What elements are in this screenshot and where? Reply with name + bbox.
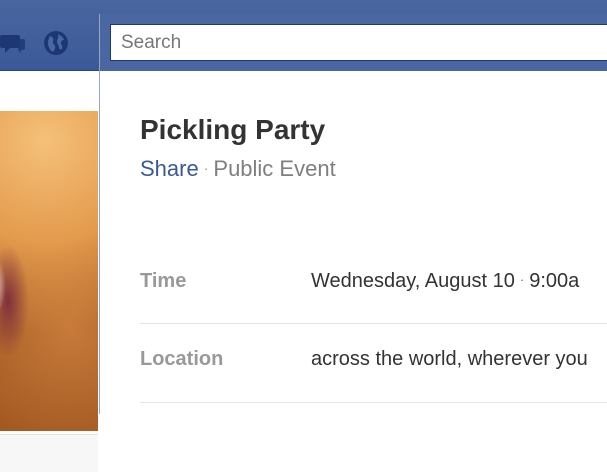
event-subtitle: Share · Public Event bbox=[140, 156, 336, 182]
messages-icon[interactable] bbox=[0, 30, 26, 56]
search-bar bbox=[100, 14, 607, 71]
time-label: Time bbox=[140, 270, 187, 292]
location-row: Location across the world, wherever you bbox=[140, 323, 607, 402]
location-label: Location bbox=[140, 348, 224, 370]
event-panel: Pickling Party Share·Public Event Time W… bbox=[99, 14, 607, 414]
time-date: Wednesday, August 10 bbox=[311, 270, 515, 292]
globe-icon[interactable] bbox=[43, 30, 69, 56]
left-column-footer bbox=[0, 434, 98, 472]
left-column bbox=[0, 71, 99, 472]
search-input[interactable] bbox=[110, 24, 607, 61]
share-link[interactable]: Share bbox=[140, 156, 199, 181]
time-start: 9:00a bbox=[529, 270, 580, 292]
event-privacy: Public Event bbox=[213, 156, 336, 181]
jewel-icons bbox=[0, 0, 100, 70]
time-row: Time Wednesday, August 10 · 9:00a bbox=[140, 244, 607, 322]
separator-dot: · bbox=[203, 160, 209, 176]
time-value: Wednesday, August 10 · 9:00a bbox=[311, 270, 579, 293]
event-title: Pickling Party bbox=[140, 114, 326, 145]
event-cover-photo[interactable] bbox=[0, 111, 98, 431]
separator-dot: · bbox=[519, 272, 525, 287]
location-value[interactable]: across the world, wherever you bbox=[311, 348, 588, 371]
divider bbox=[140, 402, 607, 403]
